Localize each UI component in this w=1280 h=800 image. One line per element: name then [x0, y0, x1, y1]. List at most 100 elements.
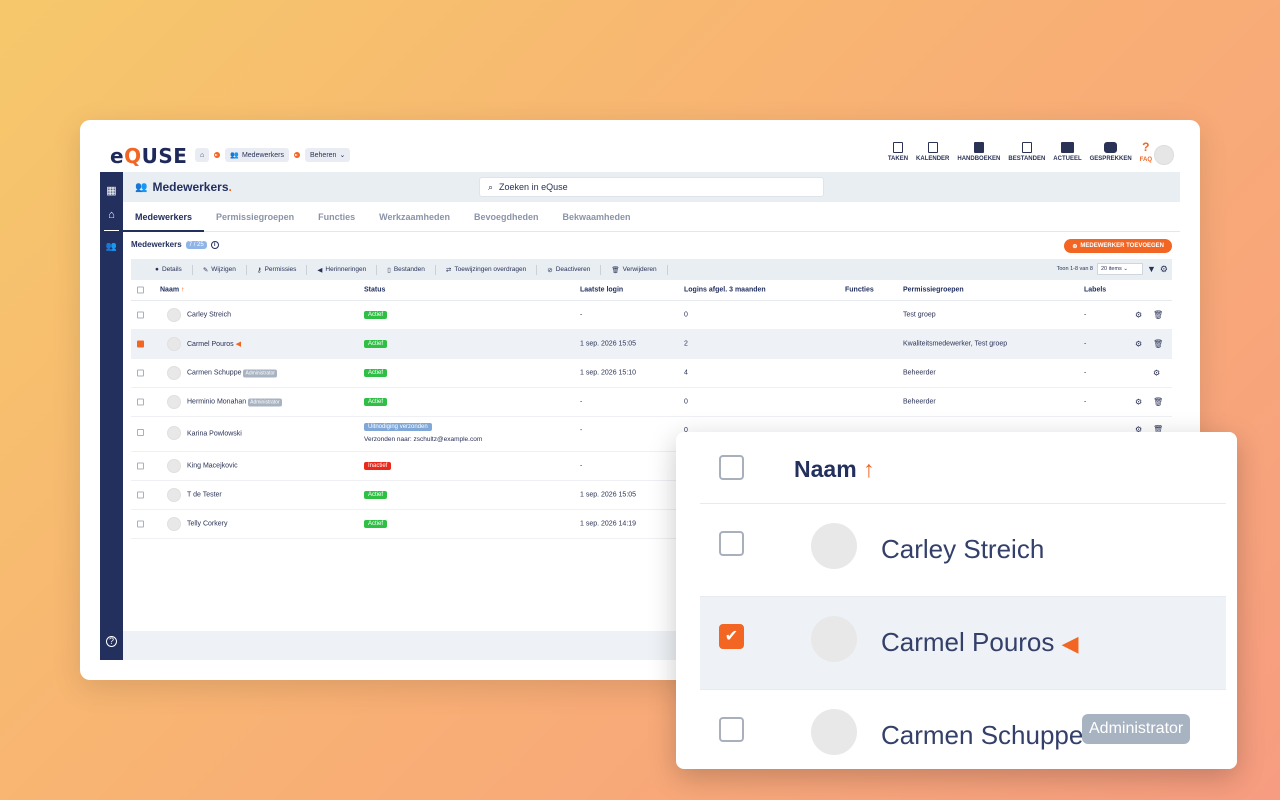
row-checkbox[interactable]	[137, 462, 144, 470]
nav-taken[interactable]: TAKEN	[888, 142, 908, 163]
reminders-button[interactable]: ◀ Herinneringen	[307, 264, 378, 275]
table-row[interactable]: Herminio Monahan Administrator Actief - 0…	[131, 388, 1172, 417]
row-checkbox[interactable]	[719, 531, 744, 556]
status-badge: Uitnodiging verzonden	[364, 423, 432, 431]
col-last-login[interactable]: Laatste login	[580, 287, 623, 294]
filter-icon[interactable]: ▼	[1147, 264, 1156, 274]
tab-werkzaamheden[interactable]: Werkzaamheden	[367, 202, 462, 232]
breadcrumb-separator-icon	[293, 152, 300, 158]
row-checkbox[interactable]	[137, 340, 144, 348]
delete-button[interactable]: 🗑 Verwijderen	[601, 264, 668, 275]
col-functies[interactable]: Functies	[845, 287, 874, 294]
breadcrumb: ⌂ 👥 Medewerkers Beheren ⌄	[195, 148, 351, 162]
zoom-row[interactable]: ✔ Carmel Pouros ◀	[700, 596, 1226, 689]
newspaper-icon	[1060, 142, 1074, 153]
edit-button[interactable]: ✎ Wijzigen	[193, 264, 247, 275]
user-avatar[interactable]	[1154, 145, 1174, 165]
row-checkbox[interactable]	[137, 398, 144, 406]
tab-bekwaamheden[interactable]: Bekwaamheden	[551, 202, 643, 232]
home-icon[interactable]: ⌂	[105, 209, 118, 221]
zoom-callout: Naam ↑ Carley Streich ✔ Carmel Pouros ◀ …	[676, 432, 1237, 769]
status-badge: Actief	[364, 491, 388, 499]
row-checkbox[interactable]	[137, 520, 144, 528]
row-checkbox[interactable]	[137, 491, 144, 499]
users-icon[interactable]: 👥	[105, 240, 118, 252]
nav-bestanden[interactable]: BESTANDEN	[1008, 142, 1045, 163]
permissions-button[interactable]: ⚷ Permissies	[247, 264, 308, 275]
details-button[interactable]: ● Details	[145, 264, 193, 275]
trash-icon[interactable]: 🗑	[1153, 398, 1163, 407]
page-header: 👥 Medewerkers. ⌕ Zoeken in eQuse	[123, 172, 1180, 202]
zoom-col-naam[interactable]: Naam ↑	[794, 456, 875, 483]
select-all-checkbox[interactable]	[137, 286, 144, 294]
col-labels[interactable]: Labels	[1084, 287, 1106, 294]
admin-badge: Administrator	[243, 369, 277, 378]
list-header: Medewerkers 7 / 25 i	[131, 240, 219, 249]
nav-kalender[interactable]: KALENDER	[916, 142, 949, 163]
zoom-select-all-checkbox[interactable]	[719, 455, 744, 480]
tab-medewerkers[interactable]: Medewerkers	[123, 202, 205, 232]
transfer-button[interactable]: ⇄ Toewijzingen overdragen	[436, 264, 538, 275]
tab-permissiegroepen[interactable]: Permissiegroepen	[204, 202, 306, 232]
file-icon: ▯	[387, 266, 391, 274]
home-crumb[interactable]: ⌂	[195, 148, 210, 162]
gear-icon[interactable]: ⚙	[1160, 264, 1168, 275]
tab-bevoegdheden[interactable]: Bevoegdheden	[462, 202, 551, 232]
table-row[interactable]: Carmen Schuppe Administrator Actief 1 sep…	[131, 359, 1172, 388]
zoom-row[interactable]: Carmen Schuppe Administrator	[700, 689, 1226, 769]
crumb-beheren[interactable]: Beheren ⌄	[304, 148, 351, 162]
grid-icon[interactable]: ▦	[105, 185, 118, 197]
nav-actueel[interactable]: ACTUEEL	[1053, 142, 1082, 163]
avatar	[167, 366, 181, 380]
files-button[interactable]: ▯ Bestanden	[377, 264, 436, 275]
gear-icon[interactable]: ⚙	[1135, 340, 1142, 349]
col-status[interactable]: Status	[364, 287, 385, 294]
table-row[interactable]: Carmel Pouros ◀ Actief 1 sep. 2026 15:05…	[131, 330, 1172, 359]
sort-up-icon: ↑	[181, 286, 185, 294]
nav-gesprekken[interactable]: GESPREKKEN	[1090, 142, 1132, 163]
invite-sent-to: Verzonden naar: zschultz@example.com	[364, 436, 483, 443]
zoom-row[interactable]: Carley Streich	[700, 503, 1226, 596]
trash-icon[interactable]: 🗑	[1153, 311, 1163, 320]
row-checkbox[interactable]	[137, 369, 144, 377]
avatar	[167, 517, 181, 531]
deactivate-button[interactable]: ⊘ Deactiveren	[537, 264, 602, 275]
home-icon: ⌂	[200, 151, 205, 159]
top-bar: eQUSE ⌂ 👥 Medewerkers Beheren ⌄ TAKEN KALE…	[80, 120, 1200, 172]
crumb-medewerkers[interactable]: 👥 Medewerkers	[225, 148, 289, 162]
users-icon: 👥	[135, 181, 148, 193]
row-checkbox[interactable]	[137, 429, 144, 436]
logo[interactable]: eQUSE	[110, 144, 187, 168]
row-checkbox[interactable]: ✔	[719, 624, 744, 649]
per-page-select[interactable]: 20 items ⌄	[1097, 263, 1143, 275]
gear-icon[interactable]: ⚙	[1135, 398, 1142, 407]
col-logins[interactable]: Logins afgel. 3 maanden	[684, 287, 766, 294]
count-badge: 7 / 25	[185, 240, 207, 249]
search-input[interactable]: ⌕ Zoeken in eQuse	[479, 177, 824, 197]
tab-functies[interactable]: Functies	[306, 202, 367, 232]
help-icon[interactable]: ?	[106, 636, 117, 647]
add-employee-button[interactable]: ⊕ MEDEWERKER TOEVOEGEN	[1064, 239, 1172, 253]
gear-icon[interactable]: ⚙	[1135, 311, 1142, 320]
trash-icon[interactable]: 🗑	[1153, 340, 1163, 349]
info-icon[interactable]: i	[210, 240, 219, 249]
sidebar-divider	[104, 230, 119, 231]
col-groups[interactable]: Permissiegroepen	[903, 287, 964, 294]
key-icon: ⚷	[256, 266, 262, 274]
page-title: 👥 Medewerkers.	[135, 180, 232, 194]
search-icon: ⌕	[488, 181, 494, 192]
col-naam[interactable]: Naam ↑	[160, 287, 185, 294]
status-badge: Inactief	[364, 462, 392, 470]
nav-faq[interactable]: ? FAQ	[1140, 141, 1152, 163]
nav-handboeken[interactable]: HANDBOEKEN	[957, 142, 1000, 163]
row-checkbox[interactable]	[137, 311, 144, 319]
status-badge: Actief	[364, 311, 388, 319]
sort-up-icon: ↑	[863, 456, 875, 482]
sidebar: ▦ ⌂ 👥 ?	[100, 172, 123, 660]
gear-icon[interactable]: ⚙	[1153, 369, 1160, 378]
table-row[interactable]: Carley Streich Actief - 0 Test groep - ⚙…	[131, 301, 1172, 330]
row-checkbox[interactable]	[719, 717, 744, 742]
avatar	[167, 459, 181, 473]
trash-icon: 🗑	[611, 266, 620, 274]
chat-icon	[1104, 142, 1118, 153]
